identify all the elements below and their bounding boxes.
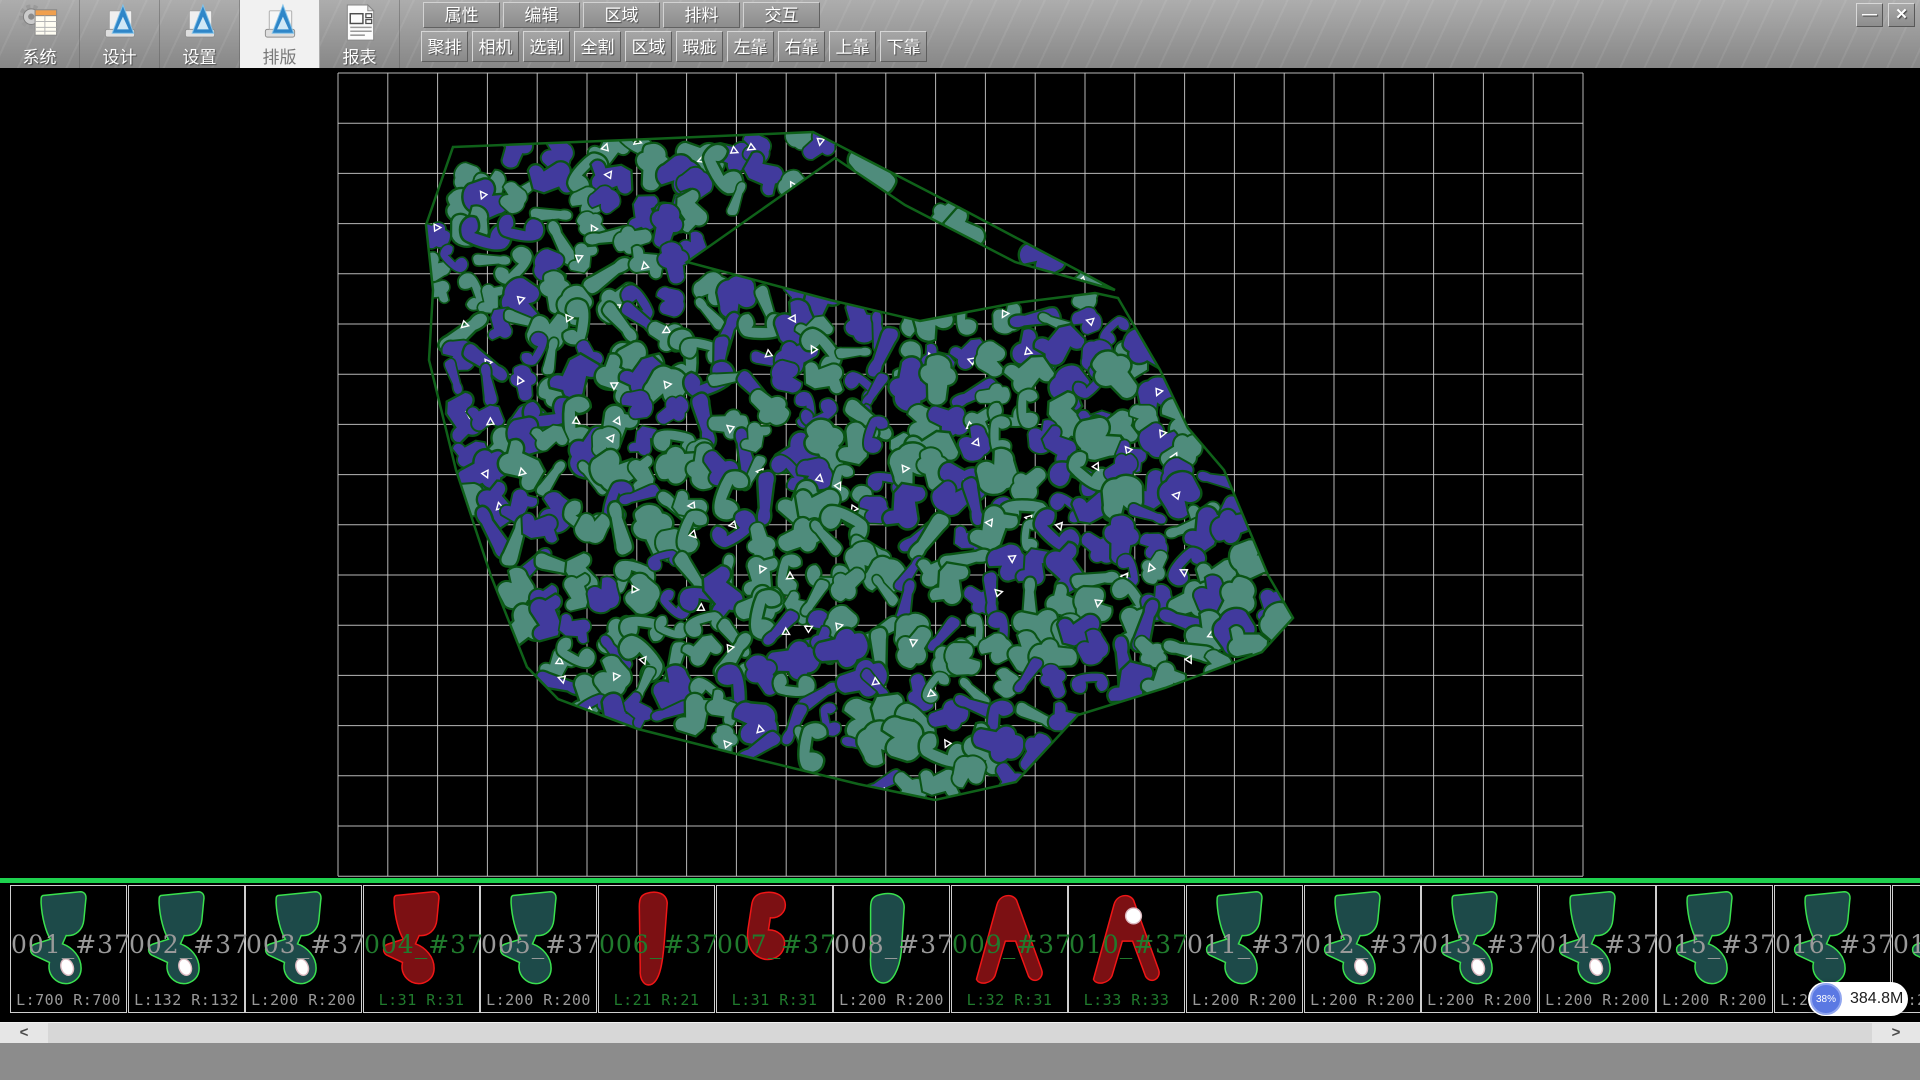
menu-region[interactable]: 区域 (583, 2, 660, 28)
piece-id-label: 011_#37 (1187, 930, 1302, 959)
tool-cut-all[interactable]: 全割 (574, 31, 621, 62)
piece-counts-label: L:200 R:200 (1540, 991, 1655, 1009)
piece-id-label: 010_#37 (1069, 930, 1184, 959)
bottom-bar (0, 1043, 1920, 1080)
piece-thumbnail-cell[interactable]: 015_#37 L:200 R:200 (1656, 885, 1773, 1013)
piece-thumbnail-cell[interactable]: 012_#37 L:200 R:200 (1304, 885, 1421, 1013)
piece-counts-label: L:200 R:200 (1657, 991, 1772, 1009)
piece-counts-label: L:32 R:31 (952, 991, 1067, 1009)
horizontal-scrollbar[interactable]: < > (0, 1022, 1920, 1043)
pieces-strip: 001_#37L:700 R:700002_#37L:132 R:132003_… (0, 885, 1920, 1013)
scroll-right-button[interactable]: > (1872, 1023, 1920, 1044)
piece-counts-label: L:200 R:200 (1305, 991, 1420, 1009)
progress-circle: 38% (1810, 983, 1842, 1015)
piece-thumbnail-cell[interactable]: 014_#37 L:200 R:200 (1539, 885, 1656, 1013)
scroll-left-button[interactable]: < (0, 1023, 48, 1044)
piece-counts-label: L:200 R:200 (481, 991, 596, 1009)
tool-cluster-nest[interactable]: 聚排 (421, 31, 468, 62)
piece-counts-label: L:200 R:200 (1422, 991, 1537, 1009)
piece-thumbnail-cell[interactable]: 005_#37 L:200 R:200 (480, 885, 597, 1013)
tab-settings-label: 设置 (183, 43, 217, 68)
tool-bar: 聚排 相机 选割 全割 区域 瑕疵 左靠 右靠 上靠 下靠 (421, 31, 927, 62)
system-gear-icon (18, 3, 62, 42)
memory-value: 384.8M (1850, 982, 1903, 1016)
piece-id-label: 002_#37 (129, 930, 244, 959)
tool-camera[interactable]: 相机 (472, 31, 519, 62)
titlebar[interactable]: 系统 设计 设置 (0, 0, 1920, 69)
piece-id-label: 001_#37 (11, 930, 126, 959)
tool-select-cut[interactable]: 选割 (523, 31, 570, 62)
piece-id-label: 006_#37 (599, 930, 714, 959)
piece-counts-label: L:31 R:31 (717, 991, 832, 1009)
piece-counts-label: L:700 R:700 (11, 991, 126, 1009)
piece-thumbnail-cell[interactable]: 009_#37 L:32 R:31 (951, 885, 1068, 1013)
piece-thumbnail-cell[interactable]: 013_#37 L:200 R:200 (1421, 885, 1538, 1013)
menu-interaction[interactable]: 交互 (743, 2, 820, 28)
settings-ruler-icon (178, 3, 222, 42)
piece-id-label: 007_#37 (717, 930, 832, 959)
tab-settings[interactable]: 设置 (160, 0, 240, 68)
tool-align-right[interactable]: 右靠 (778, 31, 825, 62)
menu-nesting[interactable]: 排料 (663, 2, 740, 28)
piece-id-label: 017_#37 (1893, 930, 1920, 959)
menu-bar: 属性 编辑 区域 排料 交互 (423, 2, 820, 28)
nesting-ruler-icon (258, 3, 302, 42)
piece-thumbnail-cell[interactable]: 007_#37 L:31 R:31 (716, 885, 833, 1013)
progress-percent: 38% (1816, 994, 1836, 1005)
piece-thumbnail-cell[interactable]: 003_#37 L:200 R:200 (245, 885, 362, 1013)
piece-thumbnail-cell[interactable]: 011_#37 L:200 R:200 (1186, 885, 1303, 1013)
piece-id-label: 004_#37 (364, 930, 479, 959)
strip-divider (0, 878, 1920, 883)
piece-counts-label: L:33 R:33 (1069, 991, 1184, 1009)
piece-counts-label: L:132 R:132 (129, 991, 244, 1009)
tool-align-bottom[interactable]: 下靠 (880, 31, 927, 62)
window-controls: — ✕ (1856, 3, 1915, 27)
piece-counts-label: L:200 R:200 (1187, 991, 1302, 1009)
tool-align-left[interactable]: 左靠 (727, 31, 774, 62)
tab-system-label: 系统 (23, 43, 57, 68)
piece-id-label: 009_#37 (952, 930, 1067, 959)
piece-counts-label: L:200 R:200 (246, 991, 361, 1009)
memory-badge: 38% 384.8M (1808, 982, 1908, 1016)
piece-thumbnail-cell[interactable]: 004_#37 L:31 R:31 (363, 885, 480, 1013)
piece-id-label: 005_#37 (481, 930, 596, 959)
tab-design[interactable]: 设计 (80, 0, 160, 68)
tab-nesting-label: 排版 (263, 43, 297, 68)
piece-id-label: 014_#37 (1540, 930, 1655, 959)
tool-region[interactable]: 区域 (625, 31, 672, 62)
design-ruler-icon (98, 3, 142, 42)
piece-counts-label: L:31 R:31 (364, 991, 479, 1009)
tab-system[interactable]: 系统 (0, 0, 80, 68)
nesting-canvas[interactable] (0, 68, 1920, 878)
app-tab-bar: 系统 设计 设置 (0, 0, 400, 68)
tool-defect[interactable]: 瑕疵 (676, 31, 723, 62)
report-doc-icon (338, 3, 382, 42)
tab-nesting[interactable]: 排版 (240, 0, 320, 68)
piece-id-label: 003_#37 (246, 930, 361, 959)
minimize-button[interactable]: — (1856, 3, 1883, 27)
piece-counts-label: L:21 R:21 (599, 991, 714, 1009)
piece-id-label: 015_#37 (1657, 930, 1772, 959)
tab-report[interactable]: 报表 (320, 0, 400, 68)
close-button[interactable]: ✕ (1888, 3, 1915, 27)
piece-thumbnail-cell[interactable]: 008_#37 L:200 R:200 (833, 885, 950, 1013)
menu-properties[interactable]: 属性 (423, 2, 500, 28)
piece-thumbnail-cell[interactable]: 010_#37 L:33 R:33 (1068, 885, 1185, 1013)
tool-align-top[interactable]: 上靠 (829, 31, 876, 62)
piece-id-label: 012_#37 (1305, 930, 1420, 959)
application-window: 系统 设计 设置 (0, 0, 1920, 1080)
tab-report-label: 报表 (343, 43, 377, 68)
piece-id-label: 016_#37 (1775, 930, 1890, 959)
piece-thumbnail-cell[interactable]: 002_#37 L:132 R:132 (128, 885, 245, 1013)
piece-id-label: 008_#37 (834, 930, 949, 959)
piece-thumbnail-cell[interactable]: 001_#37 L:700 R:700 (10, 885, 127, 1013)
piece-thumbnail-cell[interactable]: 006_#37 L:21 R:21 (598, 885, 715, 1013)
piece-counts-label: L:200 R:200 (834, 991, 949, 1009)
menu-edit[interactable]: 编辑 (503, 2, 580, 28)
tab-design-label: 设计 (103, 43, 137, 68)
piece-id-label: 013_#37 (1422, 930, 1537, 959)
